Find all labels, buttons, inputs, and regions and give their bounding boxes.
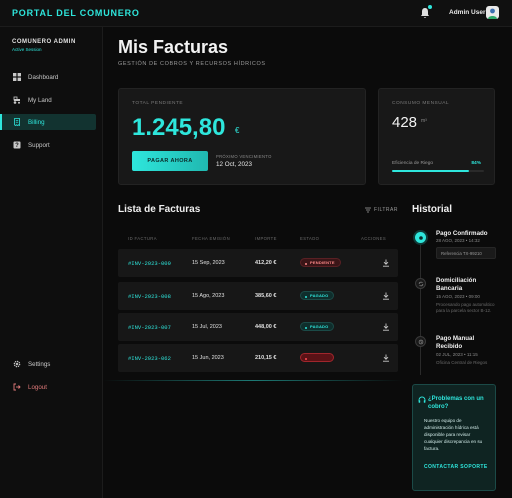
column-header-status: ESTADO bbox=[300, 236, 320, 241]
water-unit: m³ bbox=[421, 118, 427, 124]
pending-total-card: TOTAL PENDIENTE 1.245,80 € PAGAR AHORA P… bbox=[118, 88, 366, 185]
pending-label: TOTAL PENDIENTE bbox=[132, 101, 184, 106]
history-icon bbox=[415, 336, 426, 347]
efficiency-label: Eficiencia de Riego bbox=[392, 161, 434, 166]
invoice-id[interactable]: #INV-2023-009 bbox=[128, 260, 171, 267]
check-icon bbox=[415, 232, 426, 243]
divider-glow bbox=[103, 380, 403, 381]
download-icon[interactable] bbox=[382, 292, 390, 300]
sync-icon bbox=[415, 278, 426, 289]
profile-name: COMUNERO ADMIN bbox=[12, 39, 76, 45]
water-label: CONSUMO MENSUAL bbox=[392, 101, 450, 106]
tractor-icon bbox=[13, 96, 20, 104]
column-header-id: ID FACTURA bbox=[128, 236, 157, 241]
table-row[interactable]: #INV-2023-008 15 Ago, 2023 385,60 € PAGA… bbox=[118, 282, 398, 310]
filter-button[interactable]: FILTRAR bbox=[365, 207, 398, 213]
page-title: Mis Facturas bbox=[118, 37, 229, 57]
sidebar-item-my-land[interactable]: My Land bbox=[0, 92, 96, 108]
invoice-date: 15 Ago, 2023 bbox=[192, 293, 225, 299]
history-reference: Referencia TX-99210 bbox=[436, 247, 496, 259]
sidebar-item-billing[interactable]: Billing bbox=[0, 114, 96, 130]
efficiency-value: 84% bbox=[471, 161, 481, 166]
water-consumption-card: CONSUMO MENSUAL 428 m³ Eficiencia de Rie… bbox=[378, 88, 495, 185]
history-event-date: 02 JUL, 2023 • 11:15 bbox=[436, 352, 478, 357]
sidebar-item-label: Settings bbox=[28, 360, 51, 368]
table-row[interactable]: #INV-2023-007 15 Jul, 2023 448,00 € PAGA… bbox=[118, 313, 398, 341]
pending-currency: € bbox=[235, 126, 240, 135]
invoice-date: 15 Sep, 2023 bbox=[192, 260, 225, 266]
history-event-date: 15 AGO, 2023 • 09:00 bbox=[436, 294, 480, 299]
receipt-icon bbox=[14, 118, 20, 126]
svg-text:?: ? bbox=[15, 143, 19, 149]
sidebar-item-logout[interactable]: Logout bbox=[0, 379, 96, 395]
status-badge: PENDIENTE bbox=[300, 258, 341, 267]
pay-now-button[interactable]: PAGAR AHORA bbox=[132, 151, 208, 171]
sidebar: COMUNERO ADMIN Active Session Dashboard … bbox=[0, 27, 103, 498]
sidebar-item-label: Support bbox=[28, 141, 50, 149]
column-header-date: FECHA EMISIÓN bbox=[192, 236, 231, 241]
timeline-line bbox=[420, 239, 421, 375]
download-icon[interactable] bbox=[382, 354, 390, 362]
history-event-title: Pago Manual Recibido bbox=[436, 335, 475, 350]
history-event-description: Oficina Central de Riegos bbox=[436, 360, 488, 365]
efficiency-bar bbox=[392, 170, 484, 172]
contact-support-link[interactable]: CONTACTAR SOPORTE bbox=[424, 464, 488, 470]
invoice-date: 15 Jun, 2023 bbox=[192, 355, 224, 361]
history-event-description: Procesando pago automático para la parce… bbox=[436, 302, 495, 313]
invoice-id[interactable]: #INV-2023-007 bbox=[128, 324, 171, 331]
filter-icon bbox=[365, 207, 371, 213]
sidebar-item-label: Billing bbox=[28, 118, 45, 126]
efficiency-bar-fill bbox=[392, 170, 470, 172]
profile-status: Active Session bbox=[12, 47, 42, 52]
invoice-date: 15 Jul, 2023 bbox=[192, 324, 222, 330]
sidebar-item-label: My Land bbox=[28, 96, 52, 104]
history-event-date: 28 AGO, 2023 • 14:32 bbox=[436, 238, 480, 243]
status-badge bbox=[300, 353, 334, 362]
invoice-amount: 412,20 € bbox=[255, 260, 277, 266]
column-header-actions: ACCIONES bbox=[361, 236, 387, 241]
due-date-label: PRÓXIMO VENCIMIENTO bbox=[216, 154, 272, 159]
history-title: Historial bbox=[412, 204, 453, 215]
history-event-title: Pago Confirmado bbox=[436, 230, 488, 237]
avatar[interactable] bbox=[486, 6, 499, 19]
download-icon[interactable] bbox=[382, 259, 390, 267]
invoices-title: Lista de Facturas bbox=[118, 204, 201, 215]
gear-icon bbox=[13, 360, 21, 368]
filter-label: FILTRAR bbox=[374, 207, 398, 213]
grid-icon bbox=[13, 73, 21, 81]
invoice-amount: 448,00 € bbox=[255, 324, 277, 330]
sidebar-item-label: Logout bbox=[28, 383, 47, 391]
brand-title[interactable]: PORTAL DEL COMUNERO bbox=[12, 8, 140, 18]
logout-icon bbox=[13, 383, 21, 391]
sidebar-item-support[interactable]: ? Support bbox=[0, 137, 96, 153]
invoice-amount: 385,60 € bbox=[255, 293, 277, 299]
sidebar-item-dashboard[interactable]: Dashboard bbox=[0, 69, 96, 85]
download-icon[interactable] bbox=[382, 323, 390, 331]
headset-icon bbox=[418, 396, 426, 403]
page-subtitle: GESTIÓN DE COBROS Y RECURSOS HÍDRICOS bbox=[118, 61, 266, 67]
table-row[interactable]: #INV-2023-062 15 Jun, 2023 210,15 € bbox=[118, 344, 398, 372]
table-row[interactable]: #INV-2023-009 15 Sep, 2023 412,20 € PEND… bbox=[118, 249, 398, 277]
help-icon: ? bbox=[13, 141, 21, 149]
column-header-amount: IMPORTE bbox=[255, 236, 277, 241]
notification-dot bbox=[428, 5, 432, 9]
invoice-amount: 210,15 € bbox=[255, 355, 277, 361]
main-content: Mis Facturas GESTIÓN DE COBROS Y RECURSO… bbox=[103, 27, 512, 498]
sidebar-item-label: Dashboard bbox=[28, 73, 59, 81]
status-badge: PAGADO bbox=[300, 322, 335, 331]
support-text: Nuestro equipo de administración hídrica… bbox=[424, 418, 483, 451]
water-value: 428 bbox=[392, 114, 418, 131]
invoice-id[interactable]: #INV-2023-008 bbox=[128, 293, 171, 300]
user-name[interactable]: Admin User bbox=[449, 9, 485, 16]
top-bar: PORTAL DEL COMUNERO Admin User bbox=[0, 0, 512, 27]
pending-amount: 1.245,80 bbox=[132, 114, 226, 141]
support-title: ¿Problemas con un cobro? bbox=[428, 396, 484, 410]
status-badge: PAGADO bbox=[300, 291, 335, 300]
history-event-title: Domiciliación Bancaria bbox=[436, 277, 477, 292]
due-date: 12 Oct, 2023 bbox=[216, 161, 253, 168]
sidebar-item-settings[interactable]: Settings bbox=[0, 356, 96, 372]
invoice-id[interactable]: #INV-2023-062 bbox=[128, 355, 171, 362]
support-card: ¿Problemas con un cobro? Nuestro equipo … bbox=[412, 384, 496, 491]
